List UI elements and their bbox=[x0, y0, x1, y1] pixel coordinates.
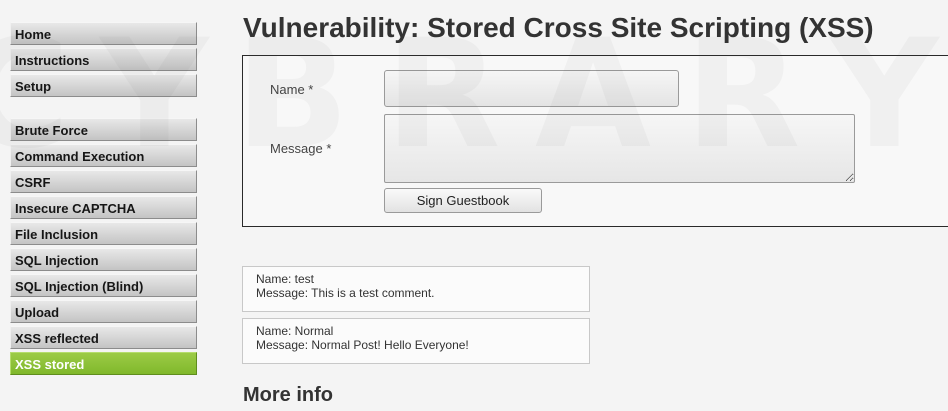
guestbook-entry: Name: test Message: This is a test comme… bbox=[242, 266, 590, 312]
message-label: Message * bbox=[270, 141, 332, 156]
message-textarea[interactable] bbox=[384, 114, 855, 183]
entry-name: Name: test bbox=[256, 272, 315, 286]
nav-item-sql-injection-blind[interactable]: SQL Injection (Blind) bbox=[10, 274, 197, 297]
entry-message: Message: Normal Post! Hello Everyone! bbox=[256, 338, 469, 352]
nav-item-brute-force[interactable]: Brute Force bbox=[10, 118, 197, 141]
guestbook-form: Name * Message * Sign Guestbook bbox=[242, 55, 948, 227]
sidebar-nav: Home Instructions Setup Brute Force Comm… bbox=[10, 22, 197, 378]
nav-item-file-inclusion[interactable]: File Inclusion bbox=[10, 222, 197, 245]
page-title: Vulnerability: Stored Cross Site Scripti… bbox=[243, 12, 874, 43]
nav-item-csrf[interactable]: CSRF bbox=[10, 170, 197, 193]
nav-item-setup[interactable]: Setup bbox=[10, 74, 197, 97]
nav-item-instructions[interactable]: Instructions bbox=[10, 48, 197, 71]
name-label: Name * bbox=[270, 82, 314, 97]
nav-item-home[interactable]: Home bbox=[10, 22, 197, 45]
nav-gap bbox=[10, 100, 197, 118]
nav-item-upload[interactable]: Upload bbox=[10, 300, 197, 323]
nav-item-xss-stored[interactable]: XSS stored bbox=[10, 352, 197, 375]
entry-name: Name: Normal bbox=[256, 324, 334, 338]
nav-item-insecure-captcha[interactable]: Insecure CAPTCHA bbox=[10, 196, 197, 219]
name-input[interactable] bbox=[384, 70, 679, 107]
guestbook-entry: Name: Normal Message: Normal Post! Hello… bbox=[242, 318, 590, 364]
more-info-heading: More info bbox=[243, 384, 333, 406]
entry-message: Message: This is a test comment. bbox=[256, 286, 435, 300]
sign-guestbook-button[interactable]: Sign Guestbook bbox=[384, 188, 542, 213]
nav-item-xss-reflected[interactable]: XSS reflected bbox=[10, 326, 197, 349]
nav-item-sql-injection[interactable]: SQL Injection bbox=[10, 248, 197, 271]
nav-item-command-execution[interactable]: Command Execution bbox=[10, 144, 197, 167]
